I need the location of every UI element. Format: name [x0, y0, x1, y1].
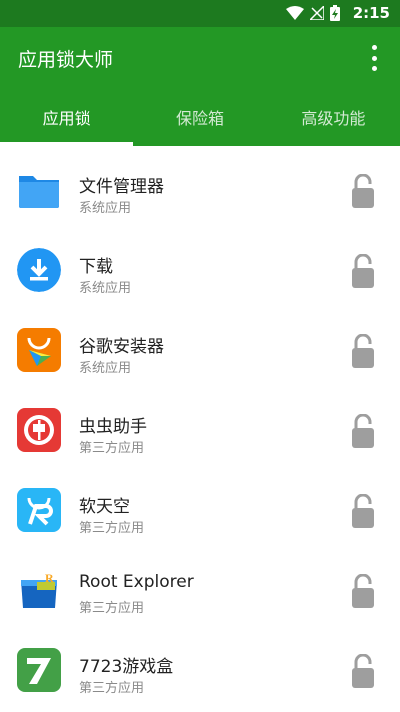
download-icon	[17, 248, 61, 292]
status-icons	[286, 5, 340, 21]
app-type: 第三方应用	[79, 441, 145, 456]
unlock-icon[interactable]	[351, 254, 375, 288]
chongchong-icon	[17, 408, 61, 452]
more-vert-icon[interactable]	[362, 45, 386, 71]
app-type: 系统应用	[79, 281, 132, 296]
app-name: 文件管理器	[79, 177, 164, 197]
no-signal-icon	[310, 6, 324, 20]
unlock-icon[interactable]	[351, 334, 375, 368]
list-item[interactable]: 虫虫助手 第三方应用	[0, 386, 400, 466]
app-type: 第三方应用	[79, 521, 145, 536]
tab-app-lock[interactable]: 应用锁	[0, 99, 134, 146]
wifi-icon	[286, 6, 304, 20]
unlock-icon[interactable]	[351, 654, 375, 688]
app-title: 应用锁大师	[18, 49, 114, 71]
tab-bar: 应用锁 保险箱 高级功能	[0, 99, 400, 146]
app-name: 软天空	[79, 497, 130, 517]
app-bar: 应用锁大师 应用锁 保险箱 高级功能	[0, 27, 400, 146]
svg-text:R: R	[45, 571, 54, 585]
7723-icon	[17, 648, 61, 692]
unlock-icon[interactable]	[351, 574, 375, 608]
app-name: 下载	[79, 257, 113, 277]
tab-vault[interactable]: 保险箱	[133, 99, 266, 146]
root-explorer-icon: R	[17, 568, 61, 612]
google-installer-icon	[17, 328, 61, 372]
app-type: 第三方应用	[79, 681, 145, 696]
unlock-icon[interactable]	[351, 174, 375, 208]
app-type: 系统应用	[79, 201, 132, 216]
unlock-icon[interactable]	[351, 414, 375, 448]
status-bar: 2:15	[0, 0, 400, 27]
unlock-icon[interactable]	[351, 494, 375, 528]
ruantiankong-icon	[17, 488, 61, 532]
app-type: 系统应用	[79, 361, 132, 376]
list-item[interactable]: 软天空 第三方应用	[0, 466, 400, 546]
app-name: 虫虫助手	[79, 417, 147, 437]
app-name: 7723游戏盒	[79, 657, 174, 677]
tab-advanced[interactable]: 高级功能	[267, 99, 400, 146]
folder-icon	[17, 168, 61, 212]
status-time: 2:15	[352, 4, 390, 22]
list-item[interactable]: 谷歌安装器 系统应用	[0, 306, 400, 386]
app-name: Root Explorer	[79, 572, 194, 592]
list-item[interactable]: R Root Explorer 第三方应用	[0, 546, 400, 626]
list-item[interactable]: 下载 系统应用	[0, 226, 400, 306]
list-item[interactable]: 文件管理器 系统应用	[0, 146, 400, 226]
app-name: 谷歌安装器	[79, 337, 164, 357]
list-item[interactable]: 7723游戏盒 第三方应用	[0, 626, 400, 706]
app-list: 文件管理器 系统应用 下载 系统应用 谷歌安装器 系统应用 虫虫助手 第三方应用…	[0, 146, 400, 706]
app-type: 第三方应用	[79, 601, 145, 616]
battery-charging-icon	[330, 5, 340, 21]
